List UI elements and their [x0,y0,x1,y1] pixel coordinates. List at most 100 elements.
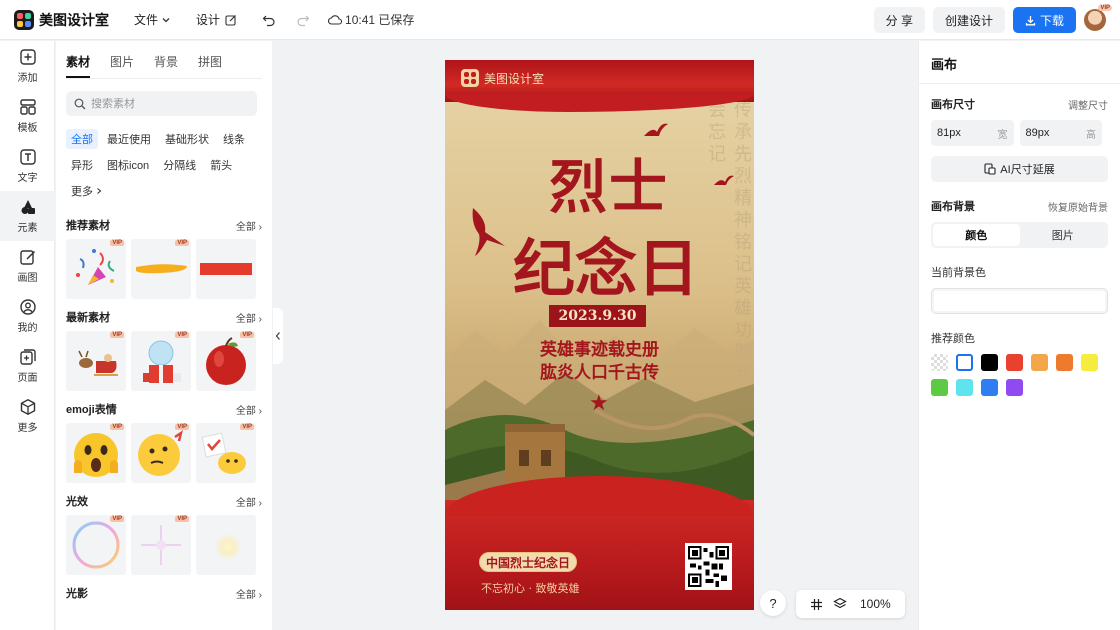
filter-recent[interactable]: 最近使用 [102,129,156,149]
material-thumb-gift-globe[interactable]: VIP [131,331,191,391]
rail-item-draw[interactable]: 画图 [0,241,55,291]
bg-type-toggle: 颜色 图片 [931,222,1108,248]
filter-dividers[interactable]: 分隔线 [158,155,201,175]
section-emoji: emoji表情 全部 › VIP VIP VIP [66,401,262,483]
filter-basic-shapes[interactable]: 基础形状 [160,129,214,149]
material-thumb-emoji-scream[interactable]: VIP [66,423,126,483]
section-light-effects: 光效 全部 › VIP VIP [66,493,262,575]
color-swatch[interactable] [981,379,998,396]
color-swatch[interactable] [1081,354,1098,371]
ai-resize-label: AI尺寸延展 [1000,164,1055,176]
see-all-link[interactable]: 全部 › [236,218,262,233]
tab-background[interactable]: 背景 [154,53,178,78]
material-thumb-emoji-thinking[interactable]: VIP [131,423,191,483]
see-all-link[interactable]: 全部 › [236,402,262,417]
bg-type-color[interactable]: 颜色 [933,224,1020,246]
color-swatch[interactable] [1006,379,1023,396]
filter-more[interactable]: 更多 [66,181,108,201]
filter-arrows[interactable]: 箭头 [205,155,237,175]
material-thumb-glow[interactable] [196,515,256,575]
rail-item-elements[interactable]: 元素 [0,191,55,241]
see-all-link[interactable]: 全部 › [236,494,262,509]
rail-label: 页面 [17,373,38,384]
grid-hash-icon [810,598,822,610]
tab-collage[interactable]: 拼图 [198,53,222,78]
color-swatch[interactable] [981,354,998,371]
app-logo[interactable]: 美图设计室 [14,9,109,30]
properties-panel: 画布 画布尺寸 调整尺寸 81px 宽 89px 高 AI尺寸延展 画布背景 恢… [918,41,1120,630]
zoom-level[interactable]: 100% [860,597,891,611]
section-title: 推荐素材 [66,220,110,232]
canvas-area[interactable]: 传承先烈精神铭记英雄功勋我们不会忘记 美图设计室 烈士 纪念日 2023.9.3… [273,41,918,630]
color-swatch[interactable] [1006,354,1023,371]
design-menu[interactable]: 设计 [196,11,239,28]
ai-expand-icon [984,163,996,175]
rail-item-more[interactable]: 更多 [0,391,55,441]
panel-title: 画布 [931,57,958,72]
download-button[interactable]: 下载 [1012,7,1076,33]
create-design-button[interactable]: 创建设计 [932,7,1005,33]
undo-button[interactable] [261,12,277,28]
adjust-size-link[interactable]: 调整尺寸 [1068,97,1108,112]
vip-badge: VIP [110,516,124,522]
rail-label: 更多 [17,423,38,434]
cloud-icon [327,12,343,28]
bird-icon [714,175,734,185]
bird-icon [472,208,505,256]
width-field[interactable]: 81px 宽 [931,120,1014,146]
layers-button[interactable] [828,593,852,615]
filter-icons[interactable]: 图标icon [102,155,154,175]
rail-item-add[interactable]: 添加 [0,41,55,91]
color-swatch[interactable] [956,354,973,371]
rail-item-page[interactable]: 页面 [0,341,55,391]
see-all-link[interactable]: 全部 › [236,586,262,601]
search-input[interactable] [91,97,241,110]
file-menu-label: 文件 [134,13,159,27]
color-swatch[interactable] [931,379,948,396]
tab-image[interactable]: 图片 [110,53,134,78]
logo-icon [14,9,34,30]
material-thumb-reindeer-sleigh[interactable]: VIP [66,331,126,391]
material-thumb-sparkle[interactable]: VIP [131,515,191,575]
material-thumb-red-apple[interactable]: VIP [196,331,256,391]
share-button[interactable]: 分 享 [873,7,925,33]
material-thumb-emoji-check[interactable]: VIP [196,423,256,483]
current-bg-color-field[interactable] [931,288,1108,314]
panel-tabs: 素材 图片 背景 拼图 [66,53,272,78]
bg-type-image[interactable]: 图片 [1020,224,1107,246]
redo-icon [295,12,311,28]
search-box[interactable] [66,91,257,116]
restore-bg-link[interactable]: 恢复原始背景 [1048,199,1108,214]
edit-icon [223,12,239,28]
current-bg-label: 当前背景色 [931,267,986,279]
ai-resize-button[interactable]: AI尺寸延展 [931,156,1108,182]
search-icon [74,98,86,109]
file-menu[interactable]: 文件 [134,11,174,28]
grid-button[interactable] [804,593,828,615]
see-all-link[interactable]: 全部 › [236,310,262,325]
material-thumb-red-bar[interactable] [196,239,256,299]
rail-label: 画图 [17,273,38,284]
color-swatch[interactable] [956,379,973,396]
avatar[interactable]: VIP [1084,5,1112,31]
material-thumb-bubble[interactable]: VIP [66,515,126,575]
rail-item-mine[interactable]: 我的 [0,291,55,341]
help-button[interactable]: ? [760,590,786,616]
color-swatch[interactable] [1031,354,1048,371]
height-field[interactable]: 89px 高 [1019,120,1102,146]
rail-item-text[interactable]: 文字 [0,141,55,191]
vip-badge: VIP [175,332,189,338]
color-swatch[interactable] [1056,354,1073,371]
poster-date: 2023.9.30 [549,305,646,327]
material-thumb-confetti[interactable]: VIP [66,239,126,299]
filter-lines[interactable]: 线条 [218,129,250,149]
swatch-transparent[interactable] [931,354,948,371]
material-thumb-yellow-brush[interactable]: VIP [131,239,191,299]
tab-material[interactable]: 素材 [66,53,91,78]
poster-canvas[interactable]: 传承先烈精神铭记英雄功勋我们不会忘记 美图设计室 烈士 纪念日 2023.9.3… [445,60,754,610]
redo-button[interactable] [295,12,311,28]
filter-all[interactable]: 全部 [66,129,98,149]
rail-label: 文字 [17,173,38,184]
rail-item-template[interactable]: 模板 [0,91,55,141]
filter-irregular[interactable]: 异形 [66,155,98,175]
